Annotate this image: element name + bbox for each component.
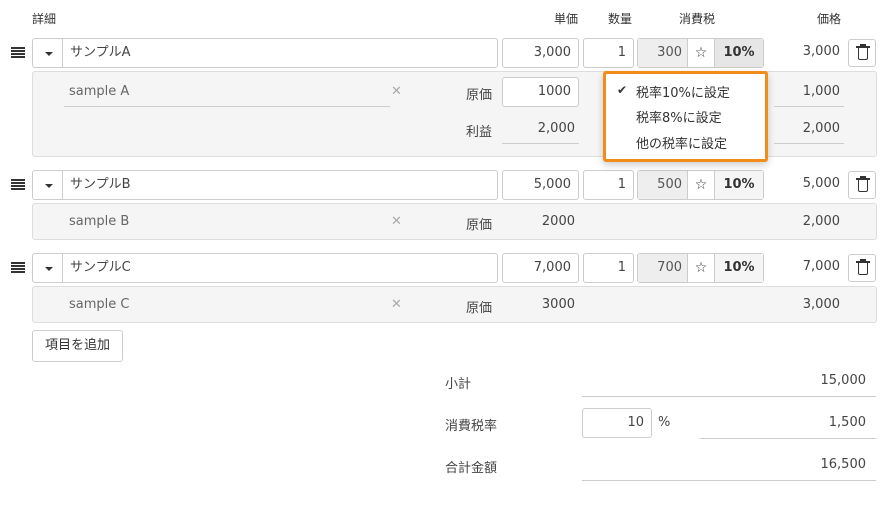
tax-group: 700 ☆ 10% [637, 253, 764, 283]
quantity-input[interactable]: 1 [583, 38, 634, 68]
item-detail-panel [32, 286, 877, 323]
header-quantity: 数量 [608, 12, 633, 26]
tax-amount: 300 [638, 39, 688, 67]
subtotal-underline [582, 396, 876, 397]
star-icon[interactable]: ☆ [688, 171, 715, 199]
tax-rate-label: 消費税率 [445, 419, 498, 434]
tax-rate-input[interactable]: 10 [582, 408, 652, 438]
clear-x-icon[interactable]: ✕ [391, 297, 402, 312]
quantity-input[interactable]: 1 [583, 170, 634, 200]
profit-price: 2,000 [802, 121, 840, 136]
tax-group: 500 ☆ 10% [637, 170, 764, 200]
add-item-button[interactable]: 項目を追加 [32, 330, 124, 362]
item-type-dropdown-button[interactable] [32, 38, 63, 68]
item-detail-panel [32, 203, 877, 240]
header-detail: 詳細 [32, 12, 57, 26]
item-price: 7,000 [802, 259, 840, 274]
drag-handle-icon[interactable] [11, 262, 25, 273]
subtotal-value: 15,000 [820, 373, 867, 388]
cost-price: 3,000 [802, 297, 840, 312]
drag-handle-icon[interactable] [11, 47, 25, 58]
tax-rate-button[interactable]: 10% [715, 171, 763, 199]
tax-group: 300 ☆ 10% [637, 38, 764, 68]
tax-amount: 700 [638, 254, 688, 282]
quantity-input[interactable]: 1 [583, 253, 634, 283]
tax-rate-button[interactable]: 10% [715, 39, 763, 67]
header-price: 価格 [817, 12, 842, 26]
tax-amount: 500 [638, 171, 688, 199]
cost-price: 2,000 [802, 214, 840, 229]
profit-price-underline [774, 143, 844, 144]
profit-label: 利益 [466, 125, 493, 140]
caret-down-icon [45, 52, 53, 56]
cost-price-underline [774, 106, 844, 107]
item-price: 3,000 [802, 44, 840, 59]
item-type-dropdown-button[interactable] [32, 170, 63, 200]
total-value: 16,500 [820, 457, 867, 472]
header-tax: 消費税 [679, 12, 716, 26]
profit-underline [502, 143, 579, 144]
unit-price-input[interactable]: 5,000 [502, 170, 579, 200]
tax-rate-unit: % [658, 415, 671, 430]
subtotal-label: 小計 [445, 377, 472, 392]
cost-price: 1,000 [802, 84, 840, 99]
header-unit-price: 単価 [554, 12, 579, 26]
checkmark-icon: ✔ [617, 83, 628, 97]
cost-input[interactable]: 1000 [502, 77, 579, 107]
caret-down-icon [45, 184, 53, 188]
menu-item-tax-other[interactable]: 他の税率に設定 [636, 133, 727, 152]
description-underline [64, 106, 390, 107]
item-name-input[interactable]: サンプルA [62, 38, 498, 68]
trash-icon[interactable] [848, 254, 876, 282]
cost-value: 2000 [541, 214, 575, 229]
drag-handle-icon[interactable] [11, 179, 25, 190]
tax-rate-menu: ✔ 税率10%に設定 税率8%に設定 他の税率に設定 [603, 71, 768, 162]
item-description[interactable]: sample C [69, 297, 129, 312]
item-type-dropdown-button[interactable] [32, 253, 63, 283]
item-name-input[interactable]: サンプルC [62, 253, 498, 283]
item-price: 5,000 [802, 176, 840, 191]
star-icon[interactable]: ☆ [688, 39, 715, 67]
item-description[interactable]: sample A [69, 84, 129, 99]
menu-item-tax-10[interactable]: 税率10%に設定 [636, 82, 730, 101]
star-icon[interactable]: ☆ [688, 254, 715, 282]
cost-label: 原価 [466, 301, 493, 316]
cost-label: 原価 [466, 218, 493, 233]
clear-x-icon[interactable]: ✕ [391, 84, 402, 99]
unit-price-input[interactable]: 3,000 [502, 38, 579, 68]
cost-label: 原価 [466, 88, 493, 103]
tax-underline [700, 438, 876, 439]
cost-value: 3000 [541, 297, 575, 312]
unit-price-input[interactable]: 7,000 [502, 253, 579, 283]
trash-icon[interactable] [848, 39, 876, 67]
tax-rate-button[interactable]: 10% [715, 254, 763, 282]
item-description[interactable]: sample B [69, 214, 129, 229]
profit-value: 2,000 [537, 121, 575, 136]
total-underline [582, 480, 876, 481]
tax-value: 1,500 [828, 415, 866, 430]
total-label: 合計金額 [445, 461, 498, 476]
caret-down-icon [45, 267, 53, 271]
clear-x-icon[interactable]: ✕ [391, 214, 402, 229]
item-name-input[interactable]: サンプルB [62, 170, 498, 200]
trash-icon[interactable] [848, 171, 876, 199]
menu-item-tax-8[interactable]: 税率8%に設定 [636, 107, 722, 126]
